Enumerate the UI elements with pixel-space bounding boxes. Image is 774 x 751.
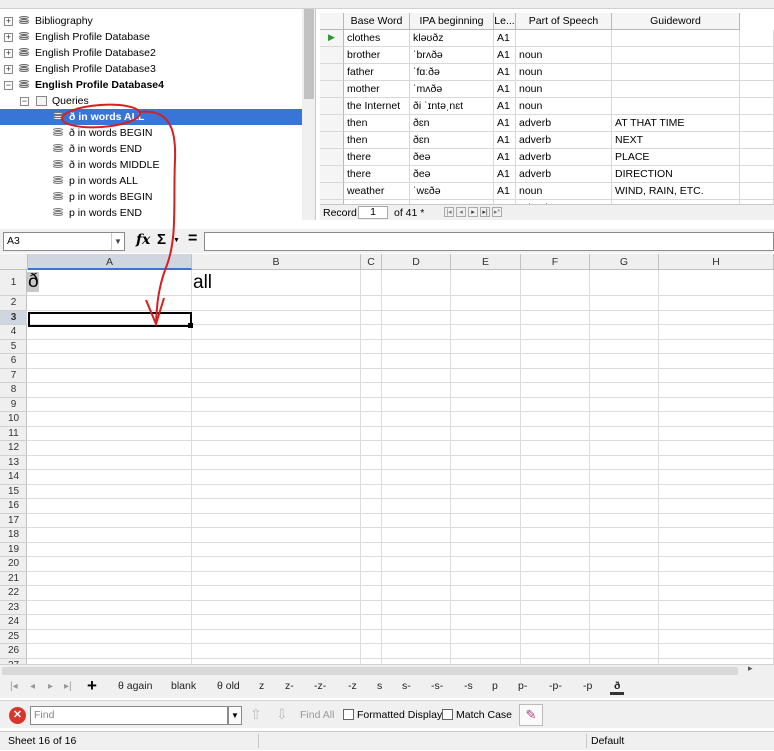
scrollbar-thumb[interactable] bbox=[2, 667, 738, 675]
sheet-tab[interactable]: s bbox=[377, 680, 382, 692]
sheet-tab[interactable]: -z- bbox=[314, 680, 326, 692]
chevron-down-icon[interactable]: ▼ bbox=[228, 706, 242, 725]
find-all-button[interactable]: Find All bbox=[300, 709, 334, 721]
annotation-overlay bbox=[61, 103, 177, 327]
formatted-display-checkbox[interactable] bbox=[343, 709, 354, 720]
sheet-position: Sheet 16 of 16 bbox=[8, 735, 77, 747]
annotation-arrowhead bbox=[145, 297, 165, 327]
formatted-display-label: Formatted Display bbox=[357, 709, 443, 721]
sheet-tab[interactable]: -p bbox=[583, 680, 592, 692]
find-toolbar: ✕ Find ▼ ⇧ ⇩ Find All Formatted Display … bbox=[0, 700, 774, 728]
sheet-tab[interactable]: p bbox=[492, 680, 498, 692]
sheet-tab[interactable]: z bbox=[259, 680, 264, 692]
sheet-tab[interactable]: -p- bbox=[549, 680, 562, 692]
close-icon[interactable]: ✕ bbox=[9, 707, 26, 724]
find-input[interactable]: Find bbox=[30, 706, 228, 725]
find-and-replace-icon[interactable]: ✎ bbox=[519, 704, 543, 726]
find-next-icon[interactable]: ⇩ bbox=[276, 706, 288, 723]
next-sheet-icon[interactable]: ▸ bbox=[48, 681, 53, 692]
page-style: Default bbox=[591, 735, 625, 747]
sheet-tab[interactable]: -s- bbox=[431, 680, 443, 692]
sheet-tab[interactable]: θ old bbox=[217, 680, 240, 692]
find-previous-icon[interactable]: ⇧ bbox=[250, 706, 262, 723]
sheet-tab[interactable]: θ again bbox=[118, 680, 152, 692]
status-bar: Sheet 16 of 16 Default bbox=[0, 731, 774, 750]
scroll-right-icon[interactable]: ▸ bbox=[748, 663, 753, 674]
sheet-tab-active[interactable]: ð bbox=[610, 680, 625, 695]
match-case-checkbox[interactable] bbox=[442, 709, 453, 720]
sheet-tab[interactable]: blank bbox=[171, 680, 196, 692]
horizontal-scrollbar[interactable]: ▸ bbox=[0, 663, 774, 676]
sheet-tab[interactable]: p- bbox=[518, 680, 527, 692]
first-sheet-icon[interactable]: |◂ bbox=[10, 681, 18, 692]
status-divider bbox=[586, 734, 587, 748]
last-sheet-icon[interactable]: ▸| bbox=[64, 681, 72, 692]
annotation-circle bbox=[61, 103, 141, 129]
match-case-label: Match Case bbox=[456, 709, 513, 721]
status-divider bbox=[258, 734, 259, 748]
sheet-tab[interactable]: z- bbox=[285, 680, 294, 692]
annotation-arrow-line bbox=[139, 110, 177, 323]
add-sheet-icon[interactable]: + bbox=[87, 676, 97, 696]
sheet-tab-bar: |◂ ◂ ▸ ▸| + θ again blank θ old z z- -z-… bbox=[0, 676, 774, 698]
previous-sheet-icon[interactable]: ◂ bbox=[30, 681, 35, 692]
sheet-tab[interactable]: -z bbox=[348, 680, 357, 692]
sheet-tab[interactable]: s- bbox=[402, 680, 411, 692]
sheet-tab[interactable]: -s bbox=[464, 680, 473, 692]
